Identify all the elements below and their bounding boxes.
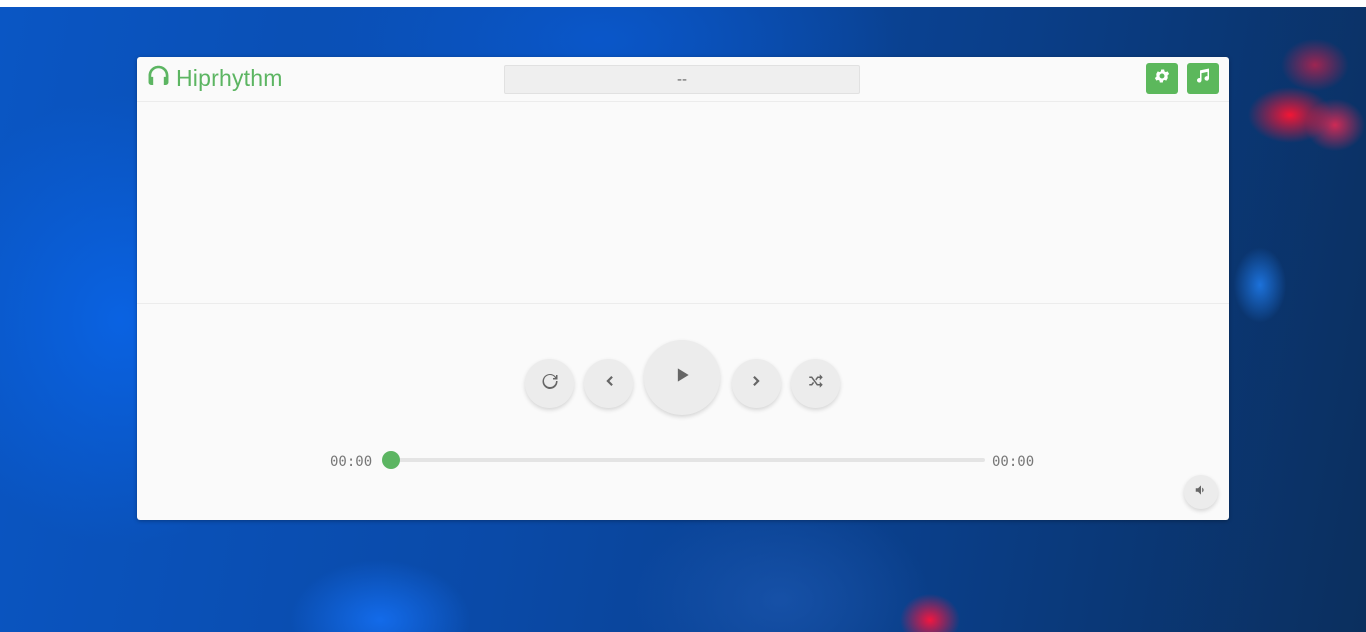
previous-button[interactable] bbox=[584, 359, 633, 408]
shuffle-button[interactable] bbox=[791, 359, 840, 408]
volume-icon bbox=[1194, 483, 1208, 502]
play-icon bbox=[672, 365, 692, 390]
progress-bar[interactable] bbox=[382, 451, 985, 469]
music-note-icon bbox=[1194, 67, 1212, 90]
chevron-right-icon bbox=[749, 373, 765, 394]
playlist-button[interactable] bbox=[1187, 63, 1219, 94]
logo-text: Hiprhythm bbox=[176, 64, 283, 91]
headphones-icon bbox=[145, 63, 172, 94]
player-header: Hiprhythm -- bbox=[137, 57, 1229, 102]
volume-button[interactable] bbox=[1184, 475, 1218, 509]
visualizer-area bbox=[137, 102, 1229, 304]
gear-icon bbox=[1153, 67, 1171, 90]
repeat-button[interactable] bbox=[525, 359, 574, 408]
logo[interactable]: Hiprhythm bbox=[145, 63, 283, 93]
total-time: 00:00 bbox=[992, 454, 1035, 470]
settings-button[interactable] bbox=[1146, 63, 1178, 94]
shuffle-icon bbox=[807, 372, 825, 395]
player-panel: Hiprhythm -- 00:00 00:00 bbox=[137, 57, 1229, 520]
chevron-left-icon bbox=[601, 373, 617, 394]
now-playing-display: -- bbox=[504, 65, 860, 94]
refresh-icon bbox=[541, 372, 559, 395]
progress-knob[interactable] bbox=[382, 451, 400, 469]
current-time: 00:00 bbox=[330, 454, 373, 470]
play-button[interactable] bbox=[644, 340, 720, 415]
top-strip bbox=[0, 0, 1366, 7]
next-button[interactable] bbox=[732, 359, 781, 408]
